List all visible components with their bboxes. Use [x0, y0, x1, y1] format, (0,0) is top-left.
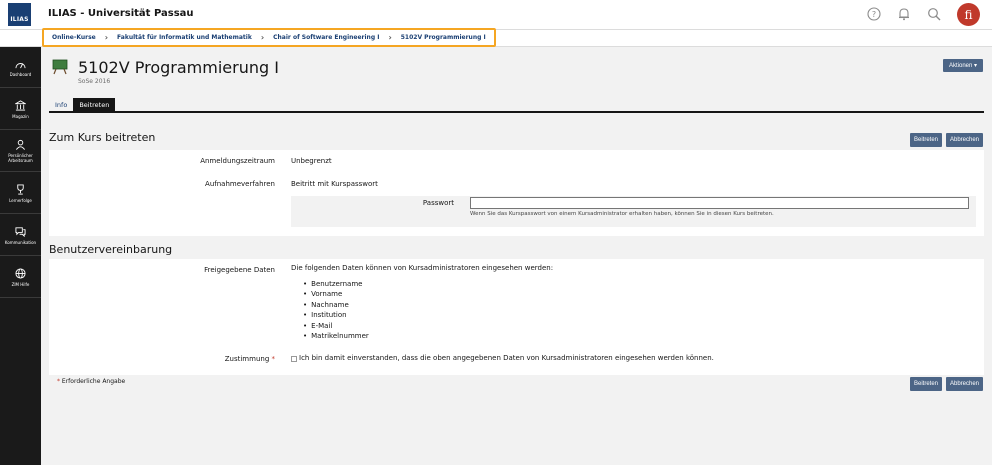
chevron-right-icon: ›	[104, 33, 109, 42]
join-button-top[interactable]: Beitreten	[910, 133, 943, 147]
notification-bell-icon[interactable]	[896, 6, 912, 22]
procedure-value: Beitritt mit Kurspasswort	[291, 180, 378, 188]
mainbar-item-magazin[interactable]: Magazin	[0, 89, 41, 130]
list-item: Benutzername	[303, 279, 369, 289]
list-item: Nachname	[303, 300, 369, 310]
shared-data-intro: Die folgenden Daten können von Kursadmin…	[291, 264, 554, 272]
breadcrumb-item-online-kurse[interactable]: Online-Kurse	[52, 34, 96, 41]
mainbar-item-dashboard[interactable]: Dashboard	[0, 47, 41, 88]
page-subtitle: SoSe 2016	[78, 78, 111, 85]
required-note-text: Erforderliche Angabe	[61, 378, 126, 385]
logo-text: ILIAS	[10, 16, 29, 23]
mainbar-item-zim-hilfe[interactable]: ZIM Hilfe	[0, 257, 41, 298]
ilias-logo[interactable]: ILIAS	[8, 3, 31, 26]
page-title: 5102V Programmierung I	[78, 58, 279, 77]
consent-label-text: Zustimmung	[224, 355, 270, 363]
agreement-section-title: Benutzervereinbarung	[49, 243, 173, 256]
mainbar-label: Persönlicher Arbeitsraum	[8, 153, 33, 163]
procedure-label: Aufnahmeverfahren	[205, 180, 275, 188]
dashboard-icon	[15, 62, 26, 68]
globe-icon	[15, 267, 26, 279]
actions-dropdown-button[interactable]: Aktionen ▾	[943, 59, 984, 72]
help-icon[interactable]: ?	[866, 6, 882, 22]
required-note: * Erforderliche Angabe	[57, 378, 125, 385]
tab-beitreten[interactable]: Beitreten	[73, 98, 116, 111]
join-section-title: Zum Kurs beitreten	[49, 131, 156, 144]
password-hint: Wenn Sie das Kurspasswort von einem Kurs…	[470, 211, 774, 217]
period-label: Anmeldungszeitraum	[200, 157, 275, 165]
app-title: ILIAS - Universität Passau	[48, 8, 194, 19]
mainbar: Dashboard Magazin Persönlicher Arbeitsra…	[0, 47, 41, 465]
user-avatar[interactable]: fi	[957, 3, 980, 26]
repository-icon	[15, 99, 26, 111]
required-star: *	[57, 378, 60, 385]
mainbar-label: ZIM Hilfe	[11, 281, 30, 287]
list-item: Matrikelnummer	[303, 331, 369, 341]
list-item: E-Mail	[303, 321, 369, 331]
password-label: Passwort	[422, 199, 454, 207]
mainbar-label: Magazin	[12, 113, 29, 119]
period-value: Unbegrenzt	[291, 157, 332, 165]
breadcrumb-item-course[interactable]: 5102V Programmierung I	[401, 34, 486, 41]
list-item: Vorname	[303, 289, 369, 299]
mainbar-label: Dashboard	[9, 71, 32, 77]
chat-icon	[15, 226, 26, 237]
mainbar-label: Lernerfolge	[9, 197, 32, 203]
shared-data-list: Benutzername Vorname Nachname Institutio…	[303, 279, 369, 341]
avatar-initials: fi	[964, 7, 973, 22]
tab-bar: Info Beitreten	[49, 98, 984, 113]
breadcrumb-item-fakultaet[interactable]: Fakultät für Informatik und Mathematik	[117, 34, 252, 41]
tab-info[interactable]: Info	[49, 98, 73, 111]
consent-text: Ich bin damit einverstanden, dass die ob…	[299, 354, 714, 362]
password-input[interactable]	[470, 197, 969, 209]
cancel-button-bottom[interactable]: Abbrechen	[946, 377, 984, 391]
chevron-right-icon: ›	[260, 33, 265, 42]
person-icon	[16, 139, 25, 150]
mainbar-item-kommunikation[interactable]: Kommunikation	[0, 215, 41, 256]
breadcrumb-item-chair[interactable]: Chair of Software Engineering I	[273, 34, 379, 41]
top-header: ILIAS ILIAS - Universität Passau ? fi	[0, 0, 992, 30]
join-button-bottom[interactable]: Beitreten	[910, 377, 943, 391]
required-star: *	[271, 355, 276, 363]
mainbar-item-lernerfolge[interactable]: Lernerfolge	[0, 173, 41, 214]
svg-text:?: ?	[872, 10, 876, 19]
breadcrumb: Online-Kurse › Fakultät für Informatik u…	[42, 28, 496, 47]
chevron-right-icon: ›	[388, 33, 392, 42]
trophy-icon	[17, 183, 24, 195]
cancel-button-top[interactable]: Abbrechen	[946, 133, 984, 147]
search-icon[interactable]	[926, 6, 942, 22]
list-item: Institution	[303, 310, 369, 320]
course-icon	[52, 59, 68, 75]
consent-label: Zustimmung *	[225, 355, 275, 363]
mainbar-label: Kommunikation	[4, 239, 37, 245]
shared-data-label: Freigegebene Daten	[204, 266, 275, 274]
mainbar-item-arbeitsraum[interactable]: Persönlicher Arbeitsraum	[0, 131, 41, 172]
consent-checkbox[interactable]	[291, 356, 297, 362]
